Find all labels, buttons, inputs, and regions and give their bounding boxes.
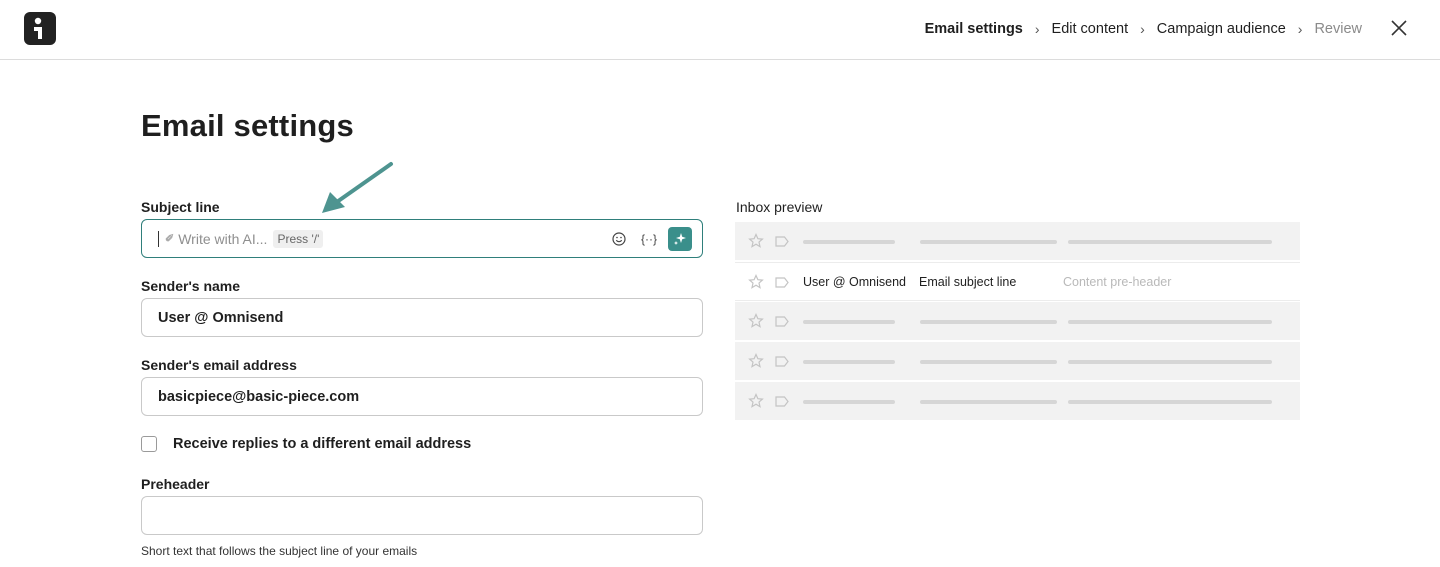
inbox-email-row: User @ Omnisend Email subject line Conte… [735,262,1300,301]
replies-checkbox[interactable] [141,436,157,452]
placeholder-bar [1068,360,1272,364]
sender-name-input[interactable]: User @ Omnisend [141,298,703,337]
placeholder-bar [920,360,1057,364]
inbox-preview-label: Inbox preview [736,199,823,215]
emoji-icon[interactable] [608,228,630,250]
chevron-right-icon: › [1297,21,1303,37]
annotation-arrow-icon [318,160,398,223]
close-icon[interactable] [1390,19,1408,37]
magic-wand-icon: ✐ [165,233,175,245]
inbox-placeholder-row [735,222,1300,261]
preheader-input[interactable] [141,496,703,535]
sender-name-label: Sender's name [141,278,241,294]
preheader-helper-text: Short text that follows the subject line… [141,544,418,558]
inbox-preview: User @ Omnisend Email subject line Conte… [735,222,1300,421]
subject-line-input[interactable]: ✐ Write with AI... Press '/' {··} [141,219,703,258]
sparkle-icon [674,233,686,245]
preview-preheader: Content pre-header [1063,275,1172,289]
breadcrumb-email-settings[interactable]: Email settings [925,21,1023,37]
text-caret [158,230,159,247]
breadcrumb-campaign-audience[interactable]: Campaign audience [1157,21,1286,37]
preview-sender: User @ Omnisend [803,275,906,289]
star-icon [748,274,764,289]
label-tag-icon [775,356,789,367]
subject-actions: {··} [600,227,692,251]
label-tag-icon [775,236,789,247]
chevron-right-icon: › [1140,21,1145,37]
placeholder-bar [920,400,1057,404]
subject-line-label: Subject line [141,199,220,215]
placeholder-bar [803,320,895,324]
sender-email-input[interactable]: basicpiece@basic-piece.com [141,377,703,416]
placeholder-bar [803,400,895,404]
breadcrumb-edit-content[interactable]: Edit content [1052,21,1129,37]
breadcrumb: Email settings › Edit content › Campaign… [925,0,1362,58]
star-icon [748,233,764,248]
star-icon [748,353,764,368]
placeholder-bar [803,240,895,244]
inbox-placeholder-row [735,382,1300,421]
breadcrumb-review[interactable]: Review [1314,21,1362,37]
sender-email-label: Sender's email address [141,357,297,373]
inbox-placeholder-row [735,302,1300,341]
star-icon [748,393,764,408]
placeholder-bar [1068,400,1272,404]
preview-subject: Email subject line [919,275,1017,289]
label-tag-icon [775,316,789,327]
personalization-tag-icon[interactable]: {··} [638,228,660,250]
subject-placeholder: Write with AI... [178,230,268,247]
preheader-label: Preheader [141,476,210,492]
page-title: Email settings [141,108,354,143]
inbox-placeholder-row [735,342,1300,381]
ai-sparkle-button[interactable] [668,227,692,251]
omnisend-logo-icon[interactable] [24,12,56,45]
label-tag-icon [775,277,789,288]
top-header: Email settings › Edit content › Campaign… [0,0,1440,60]
replies-checkbox-label[interactable]: Receive replies to a different email add… [173,436,471,452]
label-tag-icon [775,396,789,407]
placeholder-bar [920,320,1057,324]
placeholder-bar [1068,320,1272,324]
placeholder-bar [803,360,895,364]
replies-checkbox-row: Receive replies to a different email add… [141,436,471,452]
placeholder-bar [1068,240,1272,244]
star-icon [748,313,764,328]
press-slash-hint: Press '/' [273,229,324,248]
chevron-right-icon: › [1034,21,1040,37]
placeholder-bar [920,240,1057,244]
